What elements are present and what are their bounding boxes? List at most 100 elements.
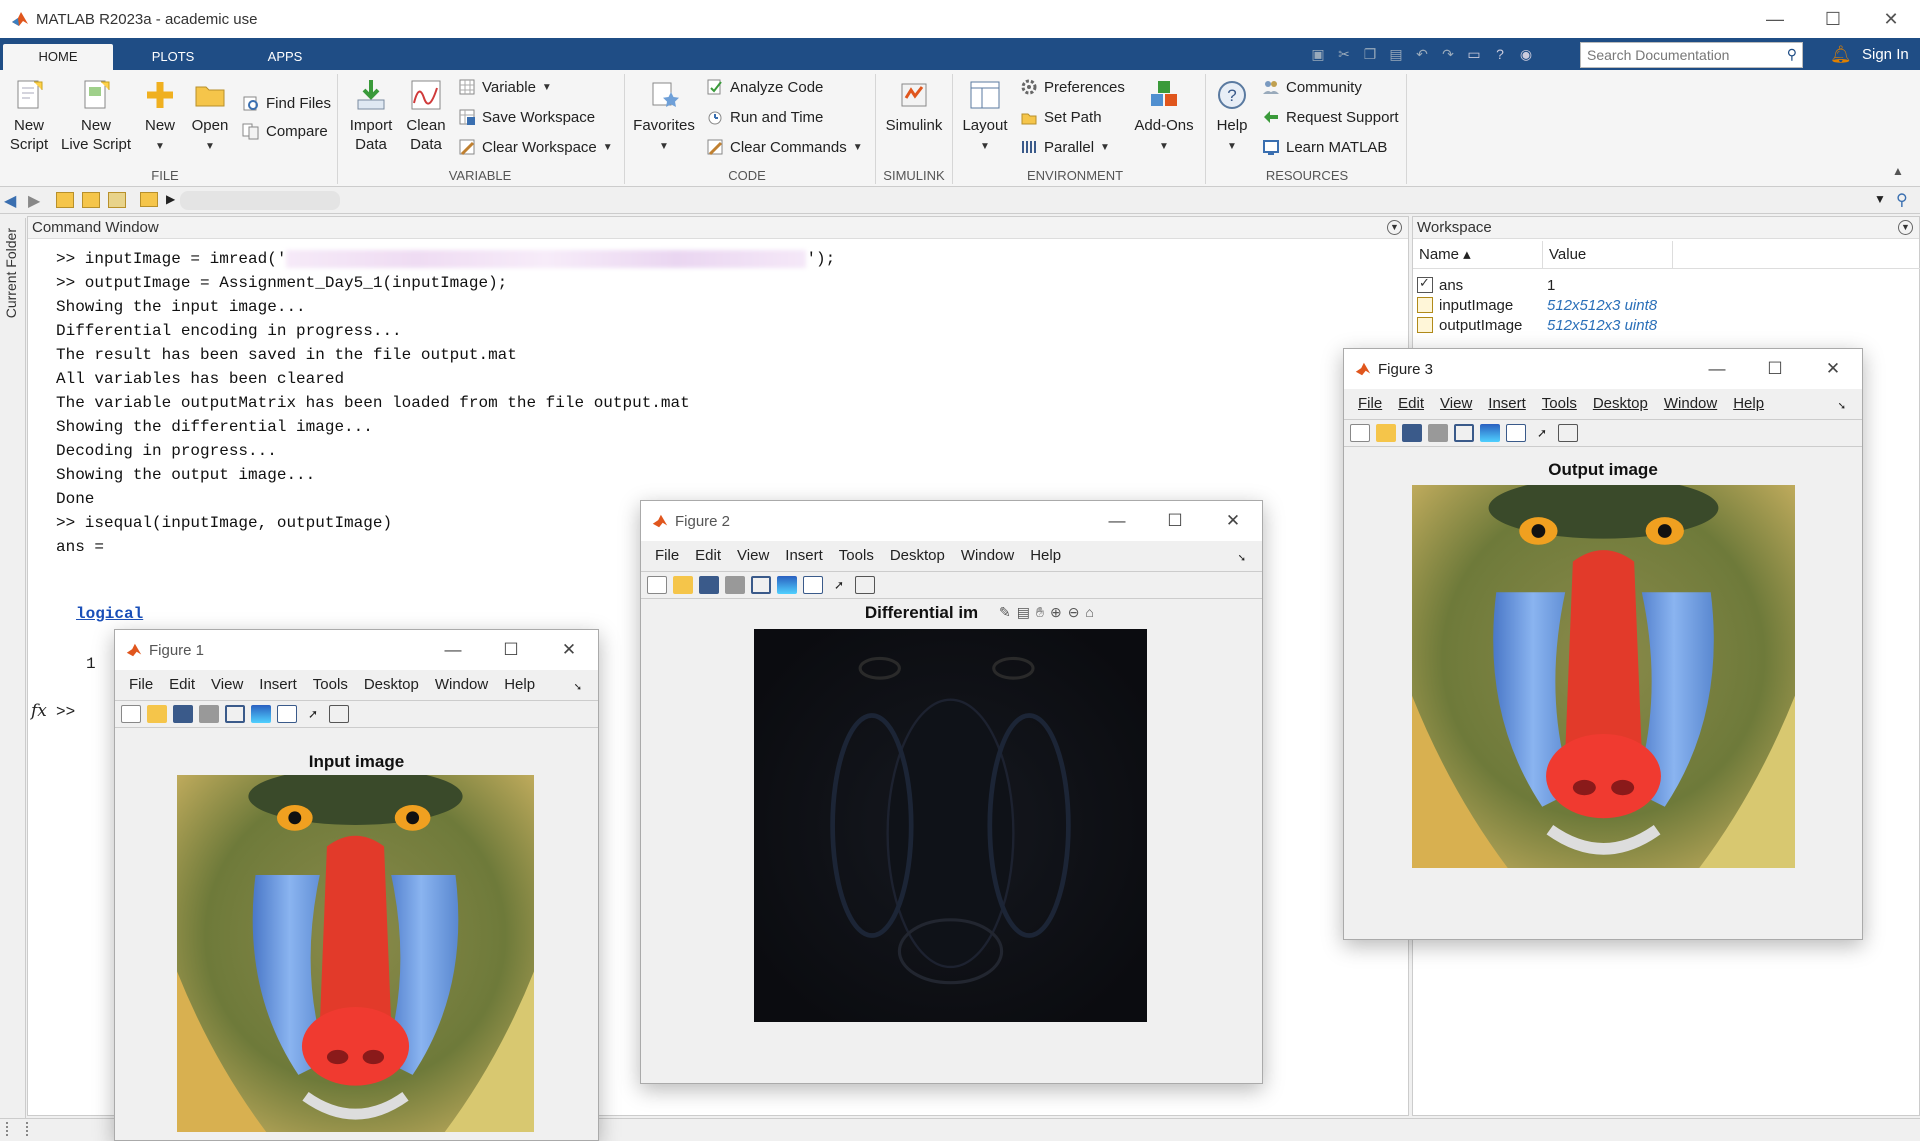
menu-window[interactable]: Window (1656, 391, 1725, 417)
panel-actions-icon[interactable]: ▼ (1898, 220, 1913, 235)
back-arrow-icon[interactable]: ◀ (4, 191, 16, 211)
menu-insert[interactable]: Insert (251, 672, 305, 698)
link-plot-icon[interactable] (1454, 424, 1474, 442)
new-folder-icon[interactable] (108, 192, 126, 208)
save-figure-icon[interactable] (1402, 424, 1422, 442)
data-tips-icon[interactable]: ✎ (999, 604, 1011, 621)
workspace-row[interactable]: ✓ ans 1 (1417, 275, 1555, 295)
menu-insert[interactable]: Insert (1480, 391, 1534, 417)
tab-home[interactable]: HOME (3, 44, 113, 70)
save-figure-icon[interactable] (699, 576, 719, 594)
clear-workspace-button[interactable]: Clear Workspace ▼ (458, 138, 613, 156)
minimize-button[interactable]: — (1746, 0, 1804, 38)
clear-commands-button[interactable]: Clear Commands ▼ (706, 138, 863, 156)
help-icon[interactable]: ? (1490, 44, 1510, 64)
preferences-button[interactable]: Preferences (1020, 78, 1125, 96)
new-figure-icon[interactable] (647, 576, 667, 594)
favorites-button[interactable]: Favorites ▼ (632, 78, 696, 156)
property-inspector-icon[interactable] (329, 705, 349, 723)
menu-file[interactable]: File (647, 543, 687, 569)
zoom-in-icon[interactable]: ⊕ (1050, 604, 1062, 621)
legend-icon[interactable] (277, 705, 297, 723)
compare-button[interactable]: Compare (242, 122, 328, 140)
minimize-button[interactable]: — (1088, 501, 1146, 541)
colorbar-icon[interactable] (777, 576, 797, 594)
analyze-code-button[interactable]: Analyze Code (706, 78, 823, 96)
search-icon[interactable]: ⚲ (1787, 46, 1797, 63)
tab-plots[interactable]: PLOTS (138, 44, 208, 70)
property-inspector-icon[interactable] (855, 576, 875, 594)
pan-hand-icon[interactable]: ✋︎ (1036, 604, 1044, 621)
switch-windows-icon[interactable]: ▭ (1464, 44, 1484, 64)
current-path-field[interactable] (180, 191, 340, 210)
menu-help[interactable]: Help (1022, 543, 1069, 569)
community-icon[interactable]: ◉ (1516, 44, 1536, 64)
menu-view[interactable]: View (203, 672, 251, 698)
open-button[interactable]: Open ▼ (188, 78, 232, 156)
zoom-out-icon[interactable]: ⊖ (1068, 604, 1080, 621)
minimize-button[interactable]: — (424, 630, 482, 670)
edit-plot-icon[interactable]: ➚ (829, 576, 849, 594)
dock-arrow-icon[interactable]: ➘ (566, 675, 590, 701)
import-data-button[interactable]: Import Data (346, 78, 396, 154)
close-button[interactable]: ✕ (540, 630, 598, 670)
edit-plot-icon[interactable]: ➚ (1532, 424, 1552, 442)
notification-bell-icon[interactable]: 🔔︎ (1830, 45, 1852, 65)
redo-icon[interactable]: ↷ (1438, 44, 1458, 64)
minimize-button[interactable]: — (1688, 349, 1746, 389)
search-folder-icon[interactable]: ⚲ (1896, 190, 1908, 210)
learn-matlab-button[interactable]: Learn MATLAB (1262, 138, 1387, 156)
new-button[interactable]: New ▼ (140, 78, 180, 156)
menu-desktop[interactable]: Desktop (356, 672, 427, 698)
tab-apps[interactable]: APPS (250, 44, 320, 70)
set-path-button[interactable]: Set Path (1020, 108, 1102, 126)
menu-desktop[interactable]: Desktop (1585, 391, 1656, 417)
menu-view[interactable]: View (1432, 391, 1480, 417)
figure-window[interactable]: Figure 1 — ☐ ✕ File Edit View Insert Tools De… (114, 629, 599, 1141)
undo-icon[interactable]: ↶ (1412, 44, 1432, 64)
edit-plot-icon[interactable]: ➚ (303, 705, 323, 723)
menu-help[interactable]: Help (496, 672, 543, 698)
menu-file[interactable]: File (121, 672, 161, 698)
collapse-ribbon-icon[interactable]: ▲ (1892, 164, 1904, 178)
fx-icon[interactable]: fx (31, 701, 47, 721)
open-file-icon[interactable] (147, 705, 167, 723)
colorbar-icon[interactable] (251, 705, 271, 723)
search-documentation-input[interactable]: Search Documentation ⚲ (1580, 42, 1803, 68)
brush-icon[interactable]: ▤ (1017, 604, 1030, 621)
community-button[interactable]: Community (1262, 78, 1362, 96)
add-ons-button[interactable]: Add-Ons ▼ (1132, 78, 1196, 156)
figure-window[interactable]: Figure 2 — ☐ ✕ File Edit View Insert Tools De… (640, 500, 1263, 1084)
save-figure-icon[interactable] (173, 705, 193, 723)
figure-window[interactable]: Figure 3 — ☐ ✕ File Edit View Insert Tools De… (1343, 348, 1863, 940)
colorbar-icon[interactable] (1480, 424, 1500, 442)
menu-tools[interactable]: Tools (831, 543, 882, 569)
command-prompt[interactable]: >> (56, 703, 75, 721)
menu-help[interactable]: Help (1725, 391, 1772, 417)
dock-arrow-icon[interactable]: ➘ (1230, 546, 1254, 572)
cut-icon[interactable]: ✂ (1334, 44, 1354, 64)
maximize-button[interactable]: ☐ (1146, 501, 1204, 541)
forward-arrow-icon[interactable]: ▶ (28, 191, 40, 211)
print-icon[interactable] (199, 705, 219, 723)
run-and-time-button[interactable]: Run and Time (706, 108, 823, 126)
column-value-header[interactable]: Value (1543, 241, 1673, 269)
find-files-button[interactable]: Find Files (242, 94, 331, 112)
up-folder-icon[interactable] (56, 192, 74, 208)
column-name-header[interactable]: Name ▴ (1413, 241, 1543, 269)
browse-folder-icon[interactable] (82, 192, 100, 208)
workspace-row[interactable]: inputImage 512x512x3 uint8 (1417, 295, 1657, 315)
print-icon[interactable] (1428, 424, 1448, 442)
print-icon[interactable] (725, 576, 745, 594)
legend-icon[interactable] (803, 576, 823, 594)
current-folder-tab[interactable]: Current Folder (0, 218, 26, 1118)
legend-icon[interactable] (1506, 424, 1526, 442)
new-live-script-button[interactable]: New Live Script (60, 78, 132, 154)
simulink-button[interactable]: Simulink (884, 78, 944, 135)
open-file-icon[interactable] (673, 576, 693, 594)
new-script-button[interactable]: New Script (8, 78, 50, 154)
sign-in-link[interactable]: Sign In (1862, 46, 1909, 63)
logical-link[interactable]: logical (76, 605, 143, 623)
menu-edit[interactable]: Edit (161, 672, 203, 698)
maximize-button[interactable]: ☐ (1746, 349, 1804, 389)
